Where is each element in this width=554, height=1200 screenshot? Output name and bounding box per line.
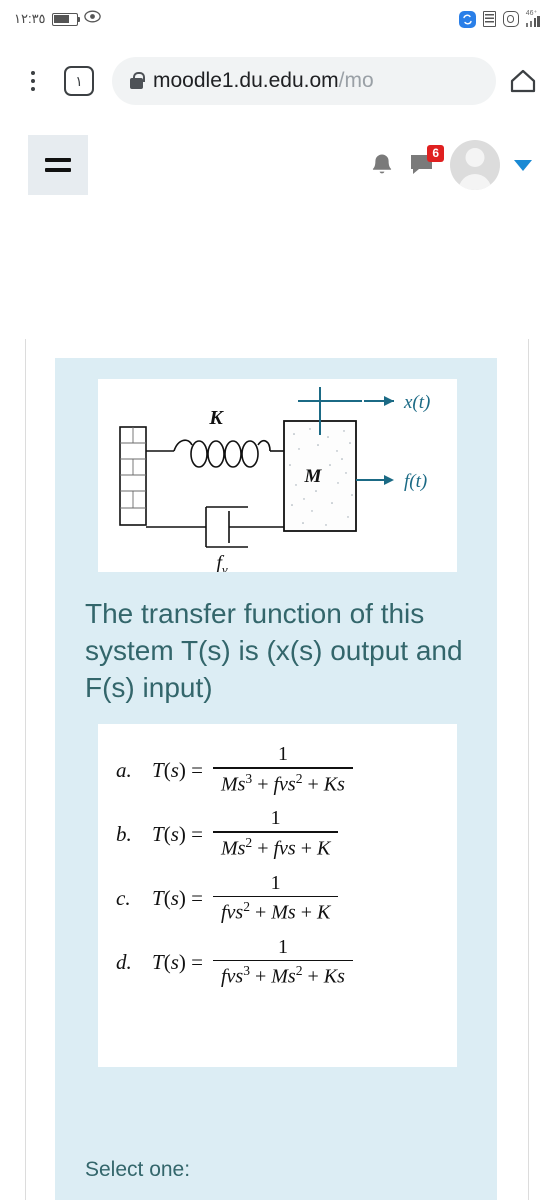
status-bar-left: ١٢:٣٥ xyxy=(14,10,101,28)
fraction-bar xyxy=(212,895,339,898)
mass-spring-damper-diagram: M K fv x(t) f(t) xyxy=(98,379,457,577)
hamburger-icon[interactable] xyxy=(28,135,88,195)
fraction: 1 fvs3 + Ms2 + Ks xyxy=(212,935,353,989)
fraction-numerator: 1 xyxy=(277,743,288,765)
fraction-bar xyxy=(212,959,353,962)
formula-lhs: T(s) = xyxy=(152,821,203,846)
url-host: moodle1.du.edu.om xyxy=(153,69,339,92)
document-icon xyxy=(482,11,496,27)
fraction-denominator: Ms3 + fvs2 + Ks xyxy=(220,770,345,796)
formula-lhs: T(s) = xyxy=(152,950,203,975)
moodle-header-actions: 6 xyxy=(370,140,536,190)
fraction-bar xyxy=(212,767,353,769)
formula-row: d. T(s) = 1 fvs3 + Ms2 + Ks xyxy=(98,931,457,995)
formula-index: d. xyxy=(116,950,132,975)
formula-index: c. xyxy=(116,886,131,911)
instagram-icon xyxy=(502,11,519,27)
formula-list: a. T(s) = 1 Ms3 + fvs2 + Ks b. T(s) = 1 Ms2 + f… xyxy=(98,738,457,995)
formula-index: a. xyxy=(116,757,132,782)
tab-count-label: ١ xyxy=(75,72,83,89)
formula-row: b. T(s) = 1 Ms2 + fvs + K xyxy=(98,802,457,866)
battery-icon xyxy=(51,12,81,26)
formula-lhs: T(s) = xyxy=(152,886,203,911)
status-bar: ١٢:٣٥ 46⁺ xyxy=(0,0,554,38)
blue-app-icon xyxy=(458,10,476,28)
eye-icon xyxy=(83,10,101,28)
page-right-rule xyxy=(528,339,529,1200)
avatar[interactable] xyxy=(450,140,500,190)
tab-counter-button[interactable]: ١ xyxy=(64,66,94,96)
formula-row: c. T(s) = 1 fvs2 + Ms + K xyxy=(98,867,457,931)
bell-icon[interactable] xyxy=(370,152,394,178)
page-left-rule xyxy=(25,339,26,1200)
address-bar[interactable]: moodle1.du.edu.om/mo xyxy=(112,57,496,105)
url-path: /mo xyxy=(338,69,374,92)
fraction-denominator: fvs3 + Ms2 + Ks xyxy=(220,963,345,988)
fraction-numerator: 1 xyxy=(270,871,281,894)
fraction-numerator: 1 xyxy=(277,935,288,958)
clock-label: ١٢:٣٥ xyxy=(14,11,46,26)
message-icon[interactable]: 6 xyxy=(408,145,444,178)
fraction-denominator: fvs2 + Ms + K xyxy=(220,899,331,924)
fraction: 1 fvs2 + Ms + K xyxy=(212,871,339,925)
home-icon[interactable] xyxy=(508,68,538,94)
chevron-down-icon[interactable] xyxy=(514,159,532,171)
select-one-label: Select one: xyxy=(85,1158,191,1181)
question-text: The transfer function of this system T(s… xyxy=(85,598,463,703)
fraction-numerator: 1 xyxy=(270,807,281,830)
displacement-label: x(t) xyxy=(403,392,430,413)
kebab-menu-icon[interactable] xyxy=(16,70,50,92)
choice-list: a. db. bc. c xyxy=(85,1196,475,1200)
url-text: moodle1.du.edu.om/mo xyxy=(153,69,374,93)
network-label: 46⁺ xyxy=(525,9,538,17)
question-card: M K fv x(t) f(t) The transfer function o… xyxy=(55,358,497,1200)
answer-choice[interactable]: a. d xyxy=(85,1196,475,1200)
force-label: f(t) xyxy=(404,471,427,492)
signal-bars-icon: 46⁺ xyxy=(525,9,540,28)
browser-toolbar: ١ moodle1.du.edu.om/mo xyxy=(0,38,554,124)
page-content: 6 M K fv x(t) f(t) The transfer function… xyxy=(0,124,554,1200)
status-bar-right: 46⁺ xyxy=(458,9,540,28)
damper-label: fv xyxy=(216,552,228,572)
svg-text:M: M xyxy=(304,466,323,487)
moodle-header: 6 xyxy=(0,124,554,206)
formula-lhs: T(s) = xyxy=(152,757,203,782)
spring-label: K xyxy=(208,407,224,429)
message-badge: 6 xyxy=(427,145,444,162)
formula-index: b. xyxy=(116,821,132,846)
lock-icon xyxy=(130,71,145,89)
fraction: 1 Ms2 + fvs + K xyxy=(212,807,339,860)
answer-selection: Select one: a. db. bc. c xyxy=(85,1158,475,1200)
formula-row: a. T(s) = 1 Ms3 + fvs2 + Ks xyxy=(98,738,457,802)
answer-options-image: a. T(s) = 1 Ms3 + fvs2 + Ks b. T(s) = 1 Ms2 + f… xyxy=(98,724,457,1067)
fraction: 1 Ms3 + fvs2 + Ks xyxy=(212,743,353,796)
fraction-denominator: Ms2 + fvs + K xyxy=(220,834,331,860)
fraction-bar xyxy=(212,831,339,833)
